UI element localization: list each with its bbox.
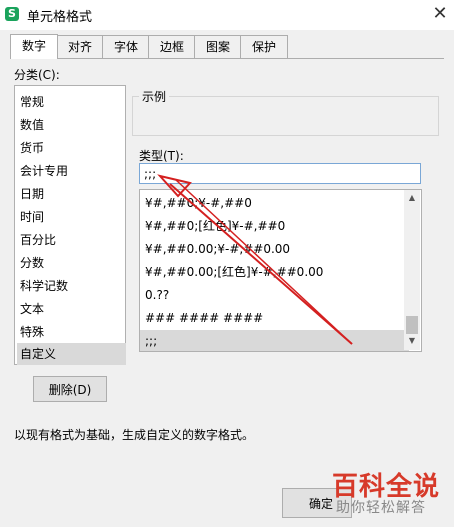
category-item-percentage[interactable]: 百分比	[20, 229, 56, 251]
watermark-subtitle: 助你轻松解答	[336, 500, 426, 516]
description-text: 以现有格式为基础，生成自定义的数字格式。	[14, 428, 255, 442]
tab-panel-border	[10, 58, 444, 59]
scroll-down-icon[interactable]: ▼	[404, 334, 420, 348]
sample-label: 示例	[139, 88, 170, 105]
category-item-scientific[interactable]: 科学记数	[20, 275, 68, 297]
category-item-fraction[interactable]: 分数	[20, 252, 44, 274]
sample-box	[132, 96, 439, 136]
type-label: 类型(T):	[139, 149, 184, 163]
tab-alignment[interactable]: 对齐	[56, 35, 104, 58]
category-list[interactable]: 常规 数值 货币 会计专用 日期 时间 百分比 分数 科学记数 文本 特殊 自定…	[14, 85, 126, 365]
scroll-up-icon[interactable]: ▲	[404, 191, 420, 205]
category-item-date[interactable]: 日期	[20, 183, 44, 205]
format-item[interactable]: ### #### ####	[145, 307, 263, 329]
category-item-general[interactable]: 常规	[20, 91, 44, 113]
window-title: 单元格格式	[27, 10, 93, 25]
category-item-custom[interactable]: 自定义	[17, 343, 126, 365]
tab-number[interactable]: 数字	[10, 34, 58, 59]
category-item-number[interactable]: 数值	[20, 114, 44, 136]
app-icon: S	[5, 7, 19, 21]
tab-border[interactable]: 边框	[148, 35, 196, 58]
tab-pattern[interactable]: 图案	[194, 35, 242, 58]
format-item[interactable]: ¥#,##0;[红色]¥-#,##0	[145, 215, 285, 237]
category-label: 分类(C):	[14, 68, 60, 82]
tab-font[interactable]: 字体	[102, 35, 150, 58]
category-item-time[interactable]: 时间	[20, 206, 44, 228]
category-item-text[interactable]: 文本	[20, 298, 44, 320]
scrollbar-thumb[interactable]	[406, 316, 418, 334]
category-item-special[interactable]: 特殊	[20, 321, 44, 343]
format-item[interactable]: ¥#,##0;¥-#,##0	[145, 192, 252, 214]
format-item[interactable]: 0.??	[145, 284, 169, 306]
format-item[interactable]: ¥#,##0.00;¥-#,##0.00	[145, 238, 290, 260]
category-item-currency[interactable]: 货币	[20, 137, 44, 159]
close-icon[interactable]: ✕	[426, 0, 454, 28]
format-list[interactable]: ¥#,##0;¥-#,##0 ¥#,##0;[红色]¥-#,##0 ¥#,##0…	[139, 189, 422, 352]
category-item-accounting[interactable]: 会计专用	[20, 160, 68, 182]
tab-protection[interactable]: 保护	[240, 35, 288, 58]
format-item[interactable]: ¥#,##0.00;[红色]¥-#,##0.00	[145, 261, 323, 283]
format-item-selected[interactable]: ;;;	[140, 330, 409, 351]
delete-button[interactable]: 删除(D)	[33, 376, 107, 402]
type-input[interactable]: ;;;	[139, 163, 421, 184]
